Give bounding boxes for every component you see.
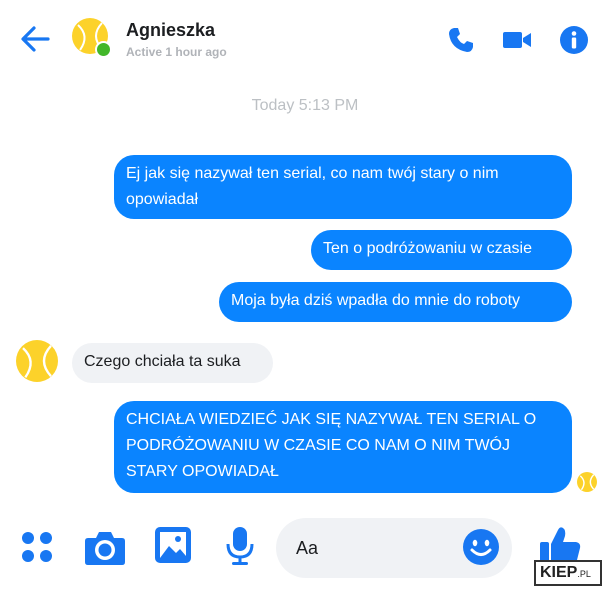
message-text: Ej jak się nazywał ten serial, co nam tw…: [126, 165, 499, 208]
gallery-icon[interactable]: [154, 526, 192, 564]
message-text: Czego chciała ta suka: [84, 353, 241, 370]
message-incoming[interactable]: Czego chciała ta suka: [72, 343, 273, 383]
watermark-text: KIEP: [540, 564, 578, 581]
message-outgoing[interactable]: CHCIAŁA WIEDZIEĆ JAK SIĘ NAZYWAŁ TEN SER…: [114, 401, 572, 493]
watermark-logo: KIEP.PL: [534, 560, 602, 586]
conversation-timestamp: Today 5:13 PM: [251, 97, 359, 114]
phone-icon[interactable]: [446, 25, 476, 55]
info-icon[interactable]: [559, 25, 589, 55]
microphone-icon[interactable]: [226, 526, 254, 566]
tennis-ball-avatar-icon: [22, 345, 52, 379]
online-indicator: [95, 41, 112, 58]
message-text: Ten o podróżowaniu w czasie: [323, 240, 533, 257]
seen-receipt-avatar: [577, 472, 597, 492]
contact-status: Active 1 hour ago: [126, 45, 227, 59]
apps-grid-icon[interactable]: [20, 530, 54, 564]
watermark-suffix: .PL: [577, 569, 591, 579]
conversation-header: Agnieszka Active 1 hour ago: [0, 0, 610, 78]
video-camera-icon[interactable]: [502, 25, 532, 55]
message-outgoing[interactable]: Ten o podróżowaniu w czasie: [311, 230, 572, 270]
sender-avatar[interactable]: [16, 340, 58, 382]
contact-name[interactable]: Agnieszka: [126, 20, 215, 41]
message-text: Moja była dziś wpadła do mnie do roboty: [231, 292, 521, 309]
emoji-icon[interactable]: [462, 528, 500, 566]
back-arrow-icon[interactable]: [18, 22, 52, 56]
message-input-placeholder: Aa: [296, 538, 319, 558]
camera-icon[interactable]: [84, 528, 126, 566]
message-outgoing[interactable]: Ej jak się nazywał ten serial, co nam tw…: [114, 155, 572, 219]
message-outgoing[interactable]: Moja była dziś wpadła do mnie do roboty: [219, 282, 572, 322]
message-text: CHCIAŁA WIEDZIEĆ JAK SIĘ NAZYWAŁ TEN SER…: [126, 411, 537, 480]
tennis-ball-avatar-icon: [579, 474, 595, 491]
